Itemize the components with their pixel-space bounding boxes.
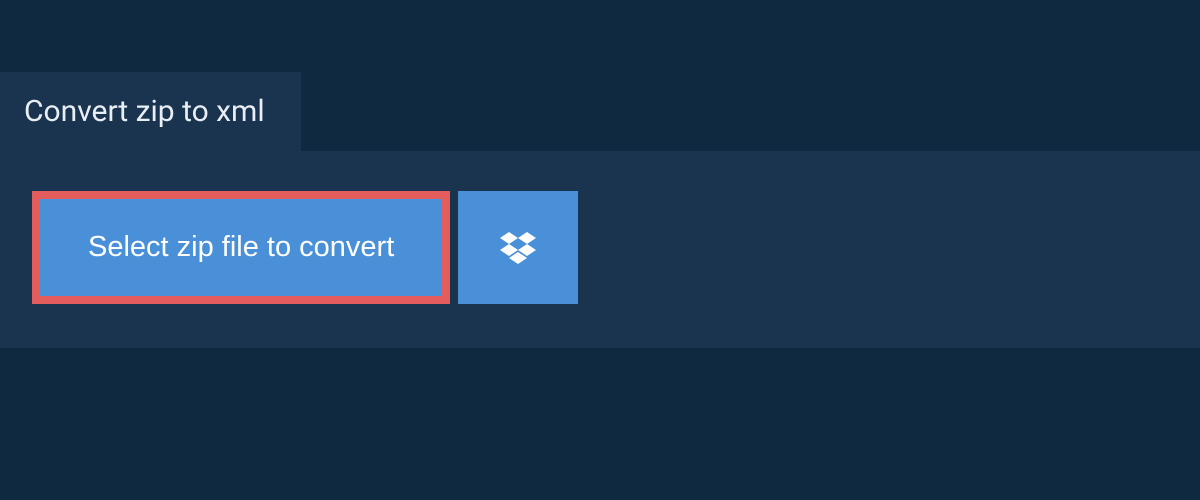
select-file-label: Select zip file to convert — [88, 231, 394, 263]
tab-title: Convert zip to xml — [24, 94, 265, 129]
select-button-highlight: Select zip file to convert — [32, 191, 450, 304]
tab-convert[interactable]: Convert zip to xml — [0, 72, 301, 151]
dropbox-button[interactable] — [458, 191, 578, 304]
dropbox-icon — [500, 232, 536, 264]
upload-panel: Select zip file to convert — [0, 151, 1200, 348]
select-file-button[interactable]: Select zip file to convert — [40, 199, 442, 296]
tab-bar: Convert zip to xml — [0, 0, 1200, 151]
